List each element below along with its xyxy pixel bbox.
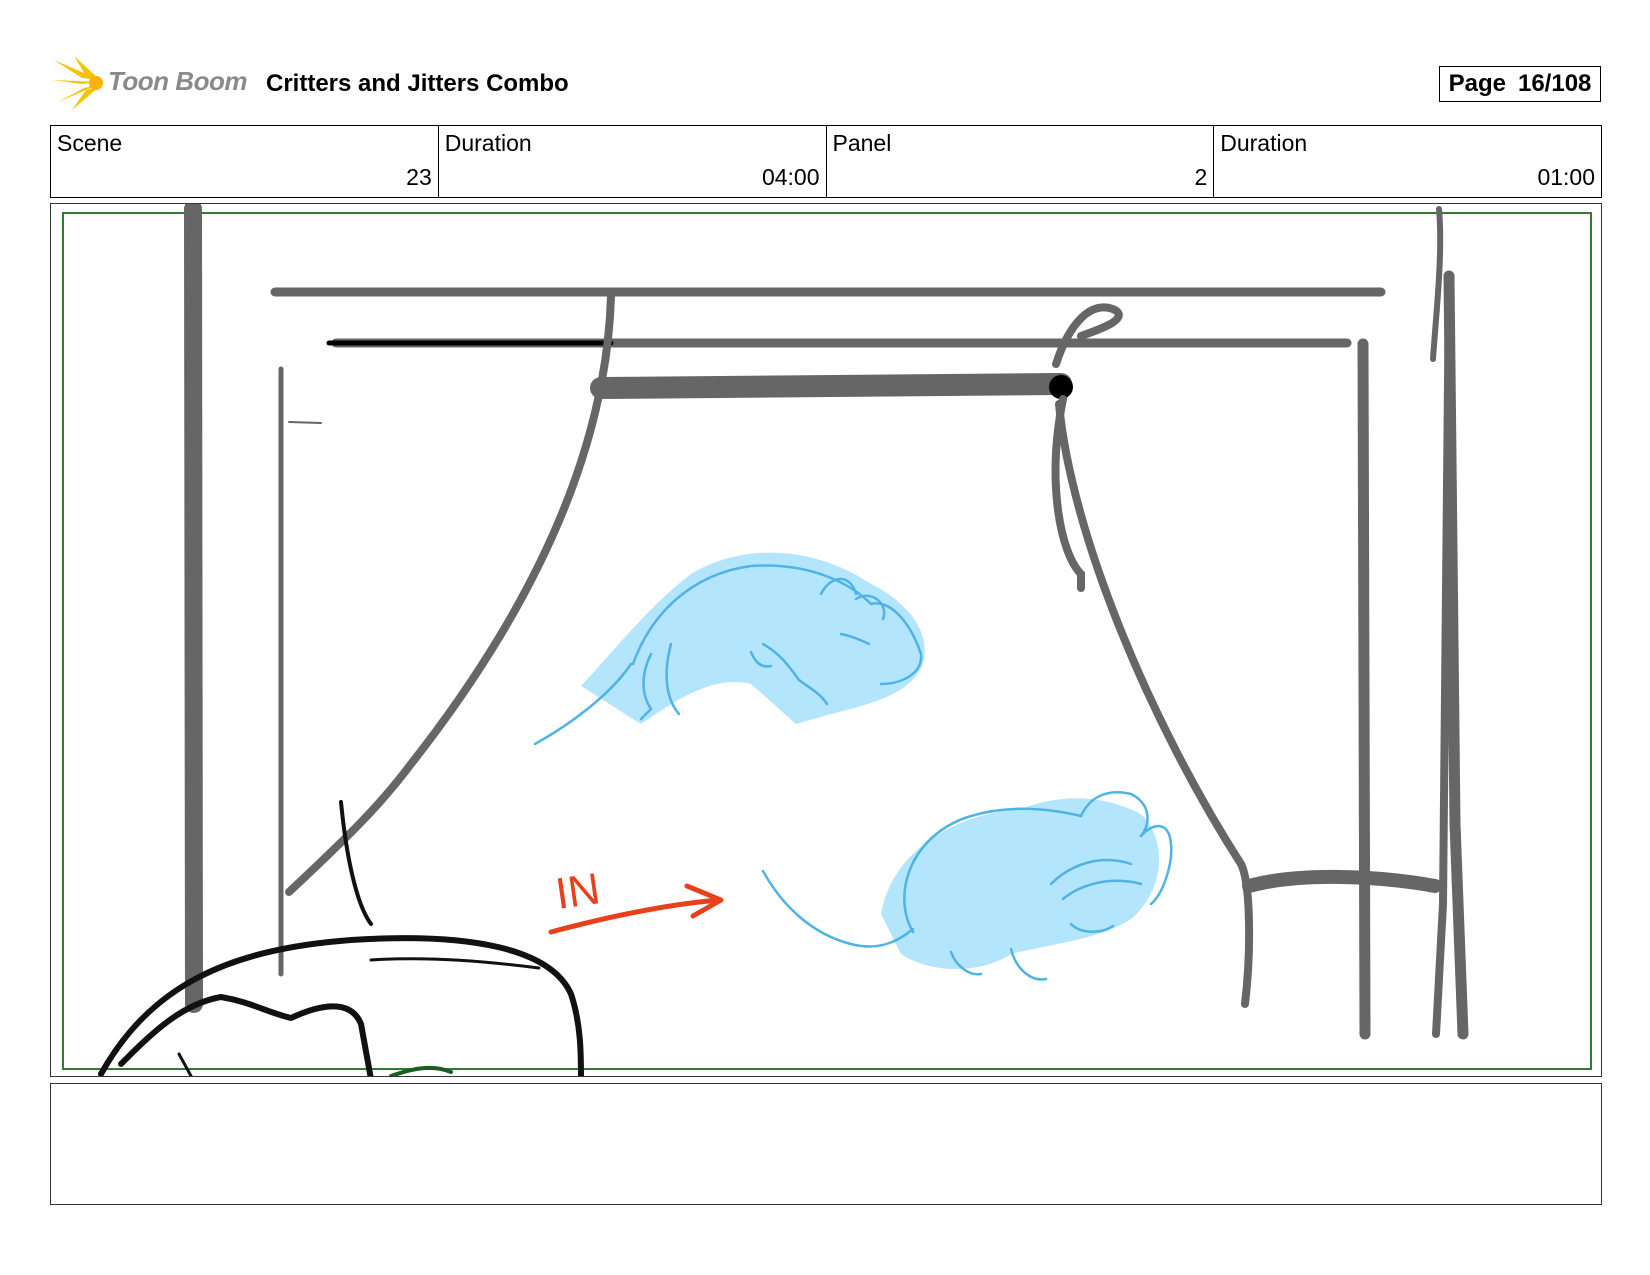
scene-duration-label: Duration: [444, 130, 532, 156]
project-title: Critters and Jitters Combo: [266, 70, 569, 97]
page-number: 16/108: [1517, 70, 1592, 97]
in-arrow-annotation: IN: [548, 864, 724, 935]
scene-label: Scene: [57, 130, 123, 156]
scene-duration-cell: Duration 04:00: [439, 126, 827, 197]
toon-boom-logo: Toon Boom: [52, 56, 252, 112]
panel-info-table: Scene 23 Duration 04:00 Panel 2 Duration…: [50, 125, 1602, 198]
panel-value: 2: [1194, 164, 1208, 190]
panel-duration-cell: Duration 01:00: [1214, 126, 1601, 197]
logo-text: Toon Boom: [108, 66, 247, 96]
mouse-sketch-upper: [533, 552, 925, 746]
panel-label: Panel: [832, 130, 892, 156]
page-header: Toon Boom Critters and Jitters Combo Pag…: [0, 0, 1650, 120]
page-indicator: Page 16/108: [1439, 66, 1601, 102]
scene-duration-value: 04:00: [761, 164, 820, 190]
panel-cell: Panel 2: [827, 126, 1215, 197]
mouse-sketch-lower: [761, 790, 1173, 981]
page-label: Page: [1448, 70, 1506, 97]
panel-duration-label: Duration: [1220, 130, 1308, 156]
sunburst-icon: [52, 56, 103, 110]
scene-value: 23: [406, 164, 432, 190]
storyboard-panel: IN: [50, 203, 1602, 1077]
panel-duration-value: 01:00: [1537, 164, 1595, 190]
scene-cell: Scene 23: [51, 126, 439, 197]
panel-drawing: IN: [62, 204, 1592, 1076]
panel-notes-box[interactable]: [50, 1083, 1602, 1205]
annotation-in-text: IN: [553, 864, 603, 919]
